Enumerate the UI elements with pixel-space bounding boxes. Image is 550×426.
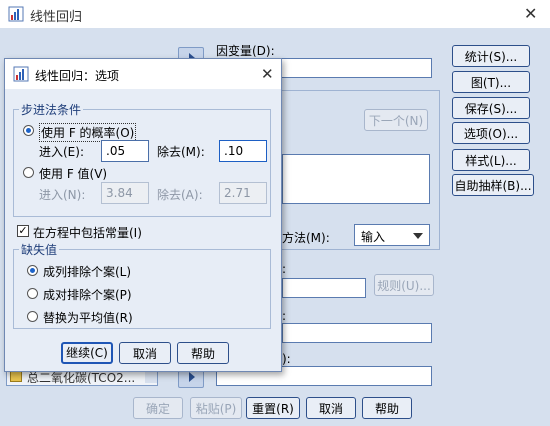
next-block-button[interactable]: 下一个(N) <box>364 109 428 131</box>
dialog-cancel-button[interactable]: 取消 <box>119 342 171 364</box>
save-button[interactable]: 保存(S)... <box>452 97 530 119</box>
entry-f-label: 进入(N): <box>39 188 86 202</box>
selection-variable-label: : <box>282 262 287 276</box>
use-fvalue-radio[interactable] <box>23 167 34 178</box>
removal-label: 除去(M): <box>157 145 205 159</box>
include-constant-checkbox[interactable]: ✓ <box>17 225 29 237</box>
case-label-field[interactable] <box>282 323 432 343</box>
main-title: 线性回归 <box>30 10 83 25</box>
removal-probability-input[interactable]: .10 <box>219 140 267 162</box>
main-titlebar: 线性回归 ✕ <box>0 0 550 28</box>
close-icon[interactable]: ✕ <box>524 4 537 23</box>
method-select[interactable]: 输入 <box>354 224 430 246</box>
paste-button[interactable]: 粘贴(P) <box>190 397 242 419</box>
dialog-title: 线性回归：选项 <box>35 69 120 83</box>
entry-label: 进入(E): <box>39 145 84 159</box>
entry-f-input[interactable]: 3.84 <box>101 182 149 204</box>
style-button[interactable]: 样式(L)... <box>452 149 530 171</box>
replace-mean-radio[interactable] <box>27 311 38 322</box>
chevron-down-icon <box>413 233 423 239</box>
help-button[interactable]: 帮助 <box>362 397 412 419</box>
use-fvalue-label[interactable]: 使用 F 值(V) <box>39 165 107 182</box>
continue-button[interactable]: 继续(C) <box>61 342 113 364</box>
rule-button[interactable]: 规则(U)... <box>374 274 434 296</box>
removal-f-label: 除去(A): <box>157 188 203 202</box>
selection-variable-field[interactable] <box>282 278 366 298</box>
method-value: 输入 <box>361 230 386 244</box>
plots-button[interactable]: 图(T)... <box>452 71 530 93</box>
method-label: 方法(M): <box>282 231 330 245</box>
exclude-pairwise-radio[interactable] <box>27 288 38 299</box>
case-label-label: : <box>282 309 287 323</box>
statistics-button[interactable]: 统计(S)... <box>452 45 530 67</box>
use-probability-radio[interactable] <box>23 125 34 136</box>
exclude-pairwise-label[interactable]: 成对排除个案(P) <box>43 286 132 303</box>
replace-mean-label[interactable]: 替换为平均值(R) <box>43 309 133 326</box>
independent-list[interactable] <box>282 154 430 204</box>
options-button[interactable]: 选项(O)... <box>452 122 530 144</box>
stepping-criteria-title: 步进法条件 <box>19 101 84 118</box>
app-icon <box>8 6 24 22</box>
reset-button[interactable]: 重置(R) <box>246 397 300 419</box>
dialog-titlebar: 线性回归：选项 ✕ <box>5 59 281 89</box>
bootstrap-button[interactable]: 自助抽样(B)... <box>452 174 534 196</box>
dialog-help-button[interactable]: 帮助 <box>177 342 229 364</box>
removal-f-input[interactable]: 2.71 <box>219 182 267 204</box>
exclude-listwise-label[interactable]: 成列排除个案(L) <box>43 263 131 280</box>
dependent-label: 因变量(D): <box>216 44 275 58</box>
dialog-close-icon[interactable]: ✕ <box>261 65 274 83</box>
entry-probability-input[interactable]: .05 <box>101 140 149 162</box>
include-constant-label[interactable]: 在方程中包括常量(I) <box>33 224 142 241</box>
exclude-listwise-radio[interactable] <box>27 265 38 276</box>
dialog-app-icon <box>13 66 29 82</box>
wls-weight-label: ): <box>282 352 291 366</box>
missing-values-title: 缺失值 <box>19 241 60 258</box>
cancel-button[interactable]: 取消 <box>306 397 356 419</box>
ok-button[interactable]: 确定 <box>133 397 183 419</box>
options-dialog: 线性回归：选项 ✕ 步进法条件 使用 F 的概率(O) 进入(E): .05 除… <box>4 58 282 372</box>
